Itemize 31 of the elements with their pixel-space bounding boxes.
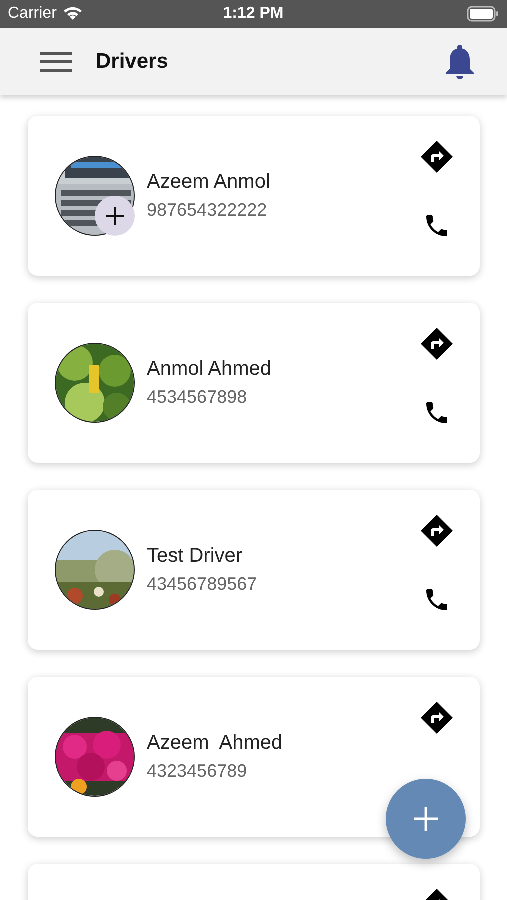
wifi-icon <box>62 7 83 21</box>
directions-icon <box>420 140 454 174</box>
bell-icon <box>445 44 475 80</box>
driver-name: Test Driver <box>147 545 244 568</box>
page-title: Drivers <box>96 50 168 74</box>
driver-name: Azeem Anmol <box>147 171 270 194</box>
directions-icon <box>420 514 454 548</box>
menu-icon <box>40 50 72 72</box>
driver-name: Azeem Ahmed <box>147 732 283 755</box>
driver-phone: 4323456789 <box>147 761 248 782</box>
driver-card[interactable]: Azeem Anmol 987654322222 <box>28 116 480 276</box>
driver-phone: 4534567898 <box>147 387 248 408</box>
battery-icon <box>467 6 499 22</box>
plus-icon <box>414 807 438 831</box>
directions-icon <box>420 701 454 735</box>
menu-button[interactable] <box>40 50 72 72</box>
driver-card[interactable]: Azeem Ahmed 4323456789 <box>28 677 480 837</box>
directions-button[interactable] <box>420 701 454 735</box>
directions-button[interactable] <box>420 514 454 548</box>
driver-card[interactable]: Anmol Ahmed 4534567898 <box>28 303 480 463</box>
driver-card[interactable]: Test Driver 43456789567 <box>28 490 480 650</box>
directions-icon <box>420 327 454 361</box>
clock-label: 1:12 PM <box>223 5 284 23</box>
driver-phone: 987654322222 <box>147 200 268 221</box>
carrier-label: Carrier <box>8 5 57 23</box>
plus-icon <box>105 206 125 226</box>
directions-button[interactable] <box>420 140 454 174</box>
driver-name: Anmol Ahmed <box>147 358 272 381</box>
notifications-button[interactable] <box>445 44 475 80</box>
driver-phone: 43456789567 <box>147 574 258 595</box>
directions-button[interactable] <box>420 327 454 361</box>
